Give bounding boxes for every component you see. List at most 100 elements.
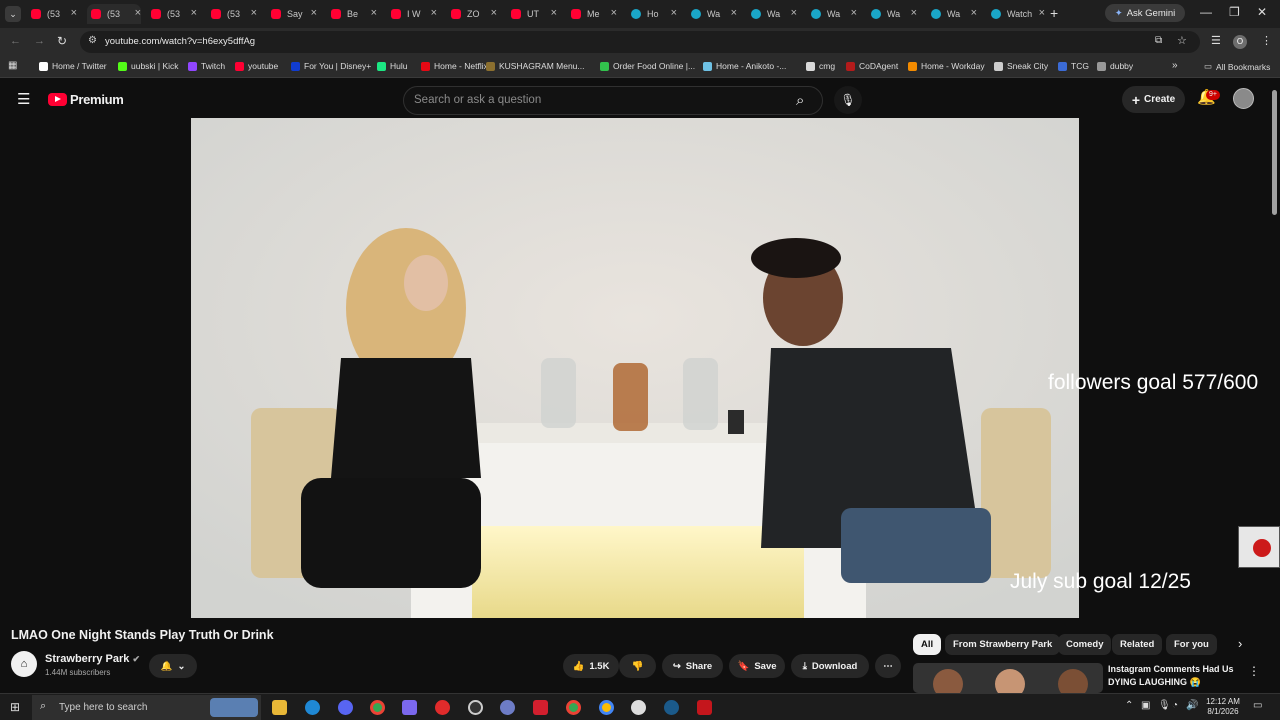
browser-tab[interactable]: Wa × [871,4,917,24]
close-tab-icon[interactable]: × [135,7,141,19]
browser-tab[interactable]: (53 × [31,4,77,24]
close-tab-icon[interactable]: × [611,7,617,19]
bookmark-item[interactable]: uubski | Kick [118,61,179,71]
network-icon[interactable]: ▣ [1141,700,1150,711]
close-tab-icon[interactable]: × [491,7,497,19]
all-bookmarks-button[interactable]: ▭ All Bookmarks [1204,61,1270,72]
install-app-icon[interactable]: ⧉ [1155,35,1162,46]
recommendation-more-icon[interactable]: ⋮ [1248,664,1260,678]
browser-tab[interactable]: Wa × [691,4,737,24]
download-button[interactable]: ⤓ Download [791,654,869,678]
bookmarks-overflow-icon[interactable]: » [1172,60,1178,71]
browser-tab[interactable]: Wa × [931,4,977,24]
bookmark-item[interactable]: Home - Workday [908,61,985,71]
edge-icon[interactable] [305,700,320,715]
close-tab-icon[interactable]: × [1039,7,1045,19]
taskbar-search-input[interactable]: ⌕ Type here to search [32,695,261,720]
bookmark-item[interactable]: Home / Twitter [39,61,107,71]
steam-icon[interactable] [664,700,679,715]
chip-from-channel[interactable]: From Strawberry Park [945,634,1061,655]
close-tab-icon[interactable]: × [791,7,797,19]
video-player[interactable] [191,118,1079,618]
browser-tab[interactable]: (53 × [151,4,197,24]
close-window-icon[interactable]: ✕ [1257,5,1267,19]
wifi-icon[interactable]: ◔ [1172,700,1178,711]
browser-tab[interactable]: I W × [391,4,437,24]
search-input[interactable]: Search or ask a question ⌕ [403,86,823,115]
discord-icon[interactable] [338,700,353,715]
browser-tab[interactable]: Say × [271,4,317,24]
close-tab-icon[interactable]: × [371,7,377,19]
close-tab-icon[interactable]: × [431,7,437,19]
chip-all[interactable]: All [913,634,942,655]
bookmark-item[interactable]: CoDAgent [846,61,898,71]
save-button[interactable]: 🔖 Save [729,654,785,678]
recommendation-title[interactable]: Instagram Comments Had Us DYING LAUGHING… [1108,663,1234,689]
tray-overflow-icon[interactable]: ⌃ [1125,700,1133,711]
bookmark-star-icon[interactable]: ☆ [1177,34,1187,47]
chip-comedy[interactable]: Comedy [1058,634,1112,655]
close-tab-icon[interactable]: × [911,7,917,19]
bookmark-item[interactable]: TCG [1058,61,1089,71]
tab-search-button[interactable]: ⌄ [5,6,21,22]
extensions-icon[interactable]: ☰ [1211,34,1221,47]
bookmark-item[interactable]: Hulu [377,61,407,71]
reload-icon[interactable]: ↻ [57,34,67,48]
obs-icon[interactable] [468,700,483,715]
bookmark-item[interactable]: For You | Disney+ [291,61,371,71]
close-tab-icon[interactable]: × [671,7,677,19]
close-tab-icon[interactable]: × [551,7,557,19]
chip-related[interactable]: Related [1112,634,1163,655]
game-controller-icon[interactable] [402,700,417,715]
chrome-menu-icon[interactable]: ⋮ [1261,34,1272,47]
channel-name[interactable]: Strawberry Park ✔ [45,653,140,665]
chrome-profile-icon[interactable] [566,700,581,715]
browser-tab[interactable]: Ho × [631,4,677,24]
close-tab-icon[interactable]: × [311,7,317,19]
like-button[interactable]: 👍 1.5K [563,654,619,678]
profile-avatar[interactable]: O [1233,35,1247,49]
notification-center-icon[interactable]: ▭ [1253,700,1262,711]
bookmark-item[interactable]: Twitch [188,61,225,71]
close-tab-icon[interactable]: × [191,7,197,19]
taskbar-clock[interactable]: 12:12 AM 8/1/2026 [1201,697,1245,717]
more-actions-button[interactable]: ⋯ [875,654,901,678]
close-tab-icon[interactable]: × [851,7,857,19]
bookmark-item[interactable]: Order Food Online |... [600,61,695,71]
amd-icon[interactable] [533,700,548,715]
file-explorer-icon[interactable] [272,700,287,715]
bookmark-item[interactable]: Sneak City [994,61,1048,71]
browser-tab[interactable]: Me × [571,4,617,24]
close-tab-icon[interactable]: × [731,7,737,19]
ask-gemini-button[interactable]: ✦ Ask Gemini [1105,4,1185,22]
recommendation-thumbnail[interactable] [913,663,1103,693]
bookmark-item[interactable]: dubby [1097,61,1133,71]
share-button[interactable]: ↪ Share [662,654,723,678]
chrome-icon[interactable] [370,700,385,715]
close-tab-icon[interactable]: × [71,7,77,19]
browser-tab[interactable]: (53 × [87,4,141,24]
guide-menu-icon[interactable]: ☰ [17,90,30,108]
create-button[interactable]: + Create [1122,86,1185,113]
clock-app-icon[interactable] [631,700,646,715]
restore-icon[interactable]: ❐ [1229,5,1240,19]
bookmark-item[interactable]: Home - Netflix [421,61,488,71]
site-info-icon[interactable]: ⚙ [88,35,97,46]
youtube-logo[interactable]: Premium [48,92,124,107]
address-bar[interactable]: ⚙ youtube.com/watch?v=h6exy5dffAg ⧉ ☆ [80,31,1200,53]
new-tab-button[interactable]: + [1050,5,1058,21]
bookmark-item[interactable]: cmg [806,61,835,71]
browser-tab[interactable]: Be × [331,4,377,24]
dislike-button[interactable]: 👎 [619,654,656,678]
minimize-icon[interactable]: — [1200,5,1212,19]
windows-start-icon[interactable]: ⊞ [10,700,20,714]
page-scrollbar[interactable] [1272,90,1277,215]
browser-tab[interactable]: Watch × [991,4,1045,24]
forward-icon[interactable]: → [34,35,45,47]
close-tab-icon[interactable]: × [971,7,977,19]
chip-for-you[interactable]: For you [1166,634,1217,655]
close-tab-icon[interactable]: × [251,7,257,19]
browser-tab[interactable]: UT × [511,4,557,24]
bookmark-item[interactable]: Home - Anikoto -... [703,61,786,71]
browser-tab[interactable]: Wa × [751,4,797,24]
